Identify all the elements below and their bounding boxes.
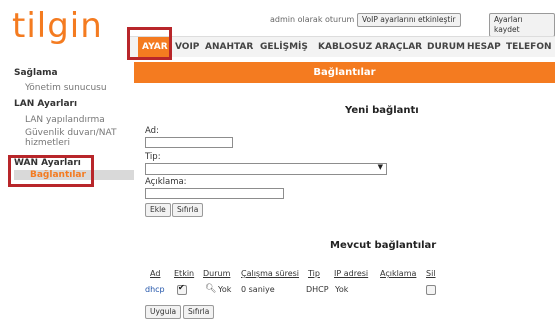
row-uptime: 0 saniye xyxy=(241,285,275,294)
tab-anahtar[interactable]: ANAHTAR xyxy=(205,37,253,57)
tab-araclar[interactable]: ARAÇLAR xyxy=(375,37,422,57)
tab-kablosuz[interactable]: KABLOSUZ xyxy=(318,37,372,57)
sidebar-item-hizmetleri[interactable]: hizmetleri xyxy=(25,138,70,148)
type-label: Tip: xyxy=(145,152,161,162)
row-ip: Yok xyxy=(335,285,349,294)
existing-connections-heading: Mevcut bağlantılar xyxy=(330,240,437,251)
tab-telefon[interactable]: TELEFON xyxy=(506,37,552,57)
sidebar-item-lan-yapilandirma[interactable]: LAN yapılandırma xyxy=(25,115,105,125)
col-header-ip-adresi: IP adresi xyxy=(334,269,369,278)
apply-button[interactable]: Uygula xyxy=(145,305,182,319)
chevron-down-icon: ▼ xyxy=(377,163,383,171)
add-button[interactable]: Ekle xyxy=(145,203,171,217)
name-label: Ad: xyxy=(145,126,159,136)
session-bar: admin olarak oturum açtınız: VoIP ayarla… xyxy=(0,13,555,37)
col-header-aciklama: Açıklama xyxy=(380,269,417,278)
new-connection-heading: Yeni bağlantı xyxy=(345,105,419,116)
enabled-checkbox[interactable] xyxy=(177,283,187,295)
save-settings-button[interactable]: Ayarları kaydet xyxy=(489,13,555,37)
sidebar-item-guvenlik-duvari[interactable]: Güvenlik duvarı/NAT xyxy=(25,128,117,138)
tab-durum[interactable]: DURUM xyxy=(427,37,465,57)
type-select[interactable]: ▼ xyxy=(145,163,387,175)
tab-hesap[interactable]: HESAP xyxy=(467,37,501,57)
sidebar-item-yonetim-sunucusu[interactable]: Yönetim sunucusu xyxy=(25,83,107,93)
tab-gelismis[interactable]: GELİŞMİŞ xyxy=(260,37,308,57)
col-header-calisma-suresi: Çalışma süresi xyxy=(241,269,300,278)
description-label: Açıklama: xyxy=(145,177,187,187)
name-input[interactable] xyxy=(145,137,233,148)
reset-button[interactable]: Sıfırla xyxy=(172,203,204,217)
col-header-ad: Ad xyxy=(150,269,161,278)
col-header-durum: Durum xyxy=(203,269,231,278)
col-header-sil: Sil xyxy=(426,269,436,278)
enable-voip-button[interactable]: VoIP ayarlarını etkinleştir xyxy=(357,13,461,27)
nav-highlight-box xyxy=(127,27,172,60)
sidebar-item-saglama[interactable]: Sağlama xyxy=(14,68,58,78)
row-status: Yok xyxy=(218,285,232,294)
col-header-tip: Tip xyxy=(308,269,320,278)
tab-voip[interactable]: VOIP xyxy=(175,37,199,57)
page-title: Bağlantılar xyxy=(313,67,376,78)
main-nav: AYAR VOIP ANAHTAR GELİŞMİŞ KABLOSUZ ARAÇ… xyxy=(130,36,555,57)
col-header-etkin: Etkin xyxy=(174,269,195,278)
sidebar-item-lan-ayarlari[interactable]: LAN Ayarları xyxy=(14,99,77,109)
row-name-link[interactable]: dhcp xyxy=(145,285,165,294)
description-input[interactable] xyxy=(145,188,284,199)
search-icon: 🔍︎ xyxy=(205,284,217,294)
row-type: DHCP xyxy=(306,285,329,294)
sidebar-highlight-box xyxy=(8,155,94,187)
reset-table-button[interactable]: Sıfırla xyxy=(183,305,215,319)
delete-checkbox[interactable] xyxy=(426,285,436,295)
